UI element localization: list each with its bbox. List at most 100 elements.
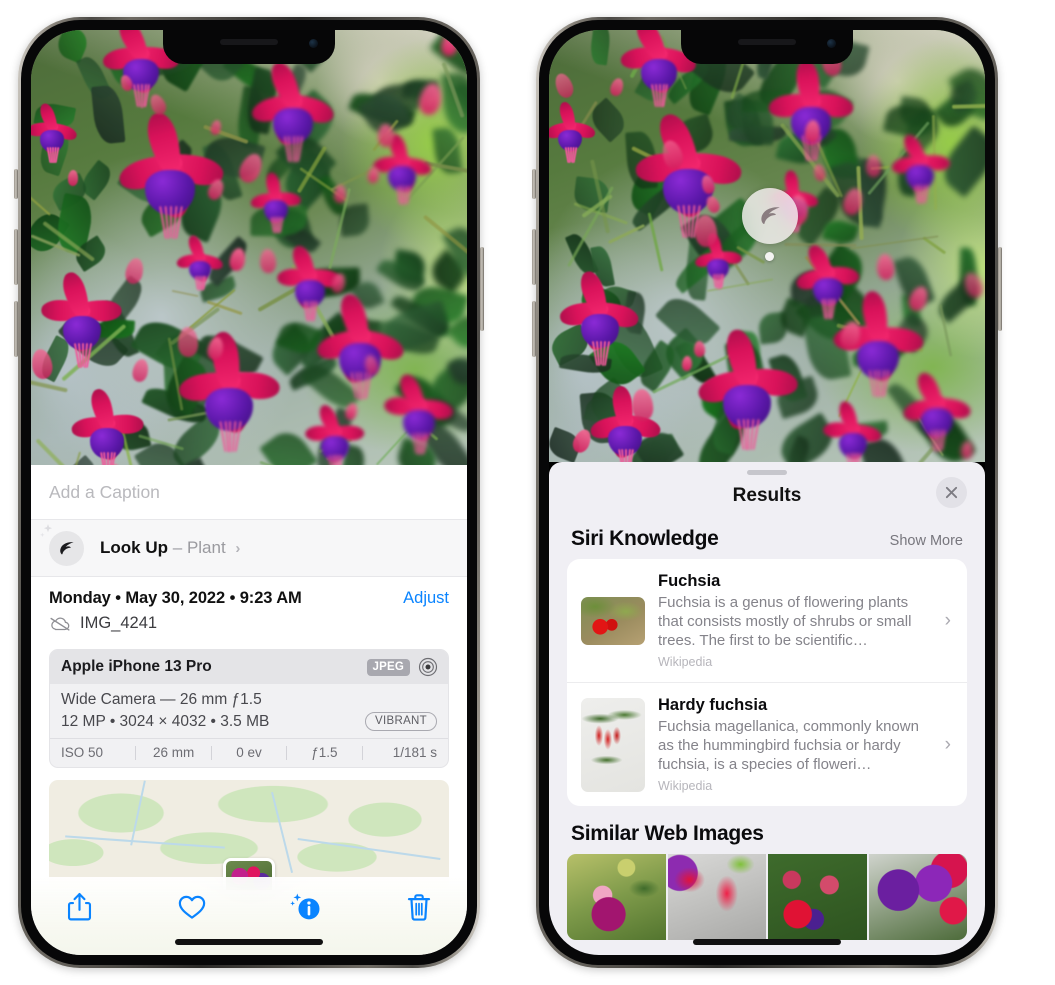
image-size-info: 12 MP • 3024 × 4032 • 3.5 MB (61, 712, 270, 730)
map-road (271, 791, 293, 873)
web-image-1[interactable] (567, 854, 666, 941)
exif-stats-row: ISO 50 26 mm 0 ev ƒ1.5 1/181 s (50, 738, 448, 767)
right-phone-screen: Results Siri Knowledge Show More Fuchsia… (549, 30, 985, 955)
look-up-dash: – (172, 538, 183, 557)
stem-shape (922, 236, 947, 255)
leaf-icon (40, 523, 84, 566)
exif-stat-shutter: 1/181 s (392, 745, 438, 760)
siri-knowledge-card: Fuchsia Fuchsia is a genus of flowering … (567, 559, 967, 807)
front-camera-icon (309, 39, 318, 48)
exif-body: Wide Camera — 26 mm ƒ1.5 12 MP • 3024 × … (50, 684, 448, 738)
exif-size-row: 12 MP • 3024 × 4032 • 3.5 MB VIBRANT (61, 712, 437, 731)
mute-switch[interactable] (14, 169, 18, 199)
notch (163, 30, 335, 64)
stamen-shape (360, 372, 363, 400)
bud-shape (177, 326, 198, 357)
section-title: Similar Web Images (571, 822, 764, 846)
stamen-shape (170, 205, 173, 238)
info-sparkle-icon (289, 893, 320, 920)
exif-stat-focal: 26 mm (152, 745, 195, 760)
exif-card[interactable]: Apple iPhone 13 Pro JPEG Wide Camera — 2… (49, 649, 449, 768)
format-badge: JPEG (366, 658, 410, 676)
result-description: Fuchsia magellanica, commonly known as t… (658, 718, 919, 774)
info-button[interactable] (286, 887, 326, 927)
caption-input[interactable]: Add a Caption (31, 465, 467, 520)
result-text: Hardy fuchsia Fuchsia magellanica, commo… (658, 696, 932, 793)
photo-viewer[interactable] (549, 30, 985, 462)
notch (681, 30, 853, 64)
visual-lookup-anchor-dot (765, 252, 774, 261)
left-phone-bezel: Add a Caption Look Up – Plant › Monday •… (21, 20, 477, 965)
similar-web-images-header: Similar Web Images (549, 806, 985, 854)
chevron-right-icon: › (235, 540, 241, 557)
similar-web-images-strip[interactable] (567, 854, 967, 941)
visual-lookup-badge[interactable] (742, 188, 798, 244)
exif-stat-iso: ISO 50 (61, 745, 104, 760)
trash-icon (407, 893, 431, 921)
delete-button[interactable] (399, 887, 439, 927)
share-button[interactable] (59, 887, 99, 927)
result-description: Fuchsia is a genus of flowering plants t… (658, 594, 912, 650)
exif-header: Apple iPhone 13 Pro JPEG (50, 650, 448, 684)
leaf-shape (60, 454, 100, 465)
mute-switch[interactable] (532, 169, 536, 199)
stem-shape (171, 290, 199, 298)
sparkles-icon (40, 523, 53, 537)
photo-viewer[interactable] (31, 30, 467, 465)
volume-up-button[interactable] (14, 229, 18, 285)
caption-placeholder: Add a Caption (49, 481, 160, 502)
photo-datetime: Monday • May 30, 2022 • 9:23 AM (49, 589, 302, 607)
right-phone-bezel: Results Siri Knowledge Show More Fuchsia… (539, 20, 995, 965)
metadata-date-row: Monday • May 30, 2022 • 9:23 AM Adjust (49, 589, 449, 608)
power-button[interactable] (998, 247, 1002, 331)
result-thumbnail (581, 697, 645, 792)
section-title: Siri Knowledge (571, 527, 719, 550)
share-icon (67, 892, 91, 921)
metadata-file-row: IMG_4241 (49, 614, 449, 633)
list-item[interactable]: Fuchsia Fuchsia is a genus of flowering … (567, 559, 967, 682)
home-indicator[interactable] (693, 939, 841, 945)
sheet-header: Results (549, 475, 985, 517)
result-source: Wikipedia (658, 779, 713, 794)
result-thumbnail (581, 596, 645, 645)
adjust-button[interactable]: Adjust (403, 589, 449, 608)
right-iphone-device: Results Siri Knowledge Show More Fuchsia… (532, 17, 1002, 968)
look-up-title: Look Up (100, 538, 168, 557)
close-button[interactable] (936, 477, 967, 508)
exif-stat-aperture: ƒ1.5 (311, 745, 338, 760)
favorite-button[interactable] (172, 887, 212, 927)
left-phone-screen: Add a Caption Look Up – Plant › Monday •… (31, 30, 467, 955)
show-more-button[interactable]: Show More (890, 533, 963, 549)
leaf-shape (589, 30, 613, 65)
front-camera-icon (827, 39, 836, 48)
home-indicator[interactable] (175, 939, 323, 945)
stamen-shape (688, 204, 691, 238)
volume-down-button[interactable] (14, 301, 18, 357)
photo-location-map[interactable] (49, 780, 449, 890)
raw-target-icon (418, 657, 438, 677)
volume-down-button[interactable] (532, 301, 536, 357)
photo-info-panel: Add a Caption Look Up – Plant › Monday •… (31, 465, 467, 955)
map-road (130, 780, 146, 846)
icloud-slash-icon (50, 616, 70, 631)
list-item[interactable]: Hardy fuchsia Fuchsia magellanica, commo… (567, 682, 967, 806)
map-road (65, 834, 225, 849)
stamen-shape (878, 370, 881, 398)
exif-tags: JPEG (366, 657, 438, 677)
look-up-label: Look Up – Plant › (100, 538, 240, 558)
results-sheet: Results Siri Knowledge Show More Fuchsia… (549, 462, 985, 955)
result-title: Fuchsia (658, 572, 721, 590)
volume-up-button[interactable] (532, 229, 536, 285)
web-image-3[interactable] (768, 854, 867, 941)
power-button[interactable] (480, 247, 484, 331)
stem-shape (608, 223, 646, 244)
metadata-section: Monday • May 30, 2022 • 9:23 AM Adjust I… (31, 576, 467, 641)
look-up-row[interactable]: Look Up – Plant › (31, 520, 467, 576)
result-title: Hardy fuchsia (658, 696, 768, 715)
look-up-subject: Plant (186, 538, 226, 557)
screenshot-root: Add a Caption Look Up – Plant › Monday •… (0, 0, 1055, 985)
web-image-2[interactable] (667, 854, 766, 941)
web-image-4[interactable] (868, 854, 967, 941)
result-source: Wikipedia (658, 655, 713, 670)
chevron-right-icon: › (944, 733, 951, 755)
